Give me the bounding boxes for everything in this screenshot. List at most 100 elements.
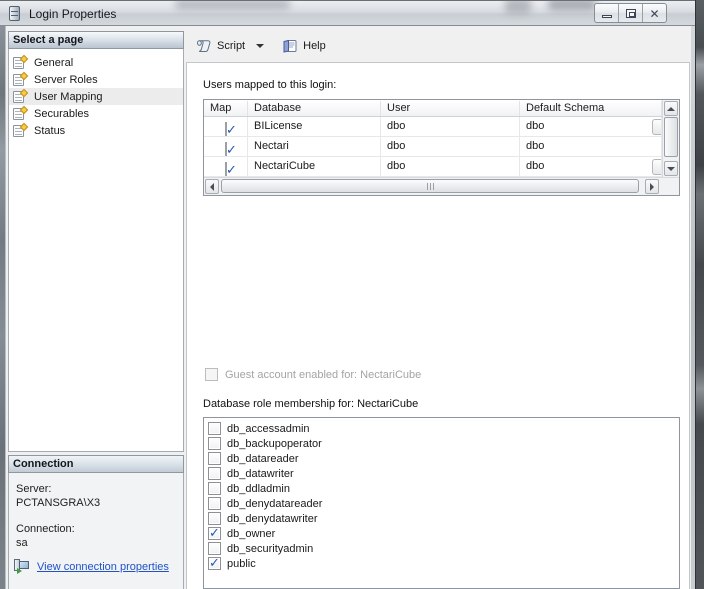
title-bar[interactable]: Login Properties ✕ [0, 0, 695, 26]
server-value: PCTANSGRA\X3 [16, 497, 100, 509]
connection-label: Connection: [16, 523, 75, 535]
role-checkbox[interactable] [208, 542, 221, 555]
help-icon [282, 38, 298, 54]
browse-button[interactable] [652, 119, 661, 135]
role-name: db_denydatareader [227, 498, 322, 510]
page-icon [13, 124, 27, 138]
role-checkbox[interactable] [208, 527, 221, 540]
role-name: db_denydatawriter [227, 513, 318, 525]
help-button[interactable]: Help [282, 38, 326, 54]
maximize-button[interactable] [619, 4, 643, 22]
role-checkbox[interactable] [208, 497, 221, 510]
view-connection-properties-link[interactable]: View connection properties [37, 561, 169, 573]
sidebar-item-securables[interactable]: Securables [9, 105, 183, 122]
role-name: db_securityadmin [227, 543, 313, 555]
column-header-default-schema[interactable]: Default Schema [520, 101, 662, 116]
vertical-scroll-thumb[interactable] [664, 117, 678, 157]
user-cell[interactable]: dbo [381, 137, 520, 156]
role-name: db_accessadmin [227, 423, 310, 435]
role-item[interactable]: db_backupoperator [204, 436, 679, 451]
role-item[interactable]: db_denydatareader [204, 496, 679, 511]
role-item[interactable]: db_denydatawriter [204, 511, 679, 526]
map-checkbox[interactable] [225, 122, 227, 136]
sidebar-item-label: Server Roles [34, 74, 98, 86]
scroll-right-button[interactable] [645, 179, 659, 194]
scroll-grip [430, 183, 431, 190]
grid-header: Map Database User Default Schema [204, 100, 662, 117]
arrow-right-icon [650, 183, 654, 191]
connection-header: Connection [8, 455, 184, 473]
map-checkbox[interactable] [225, 142, 227, 156]
column-header-map[interactable]: Map [204, 101, 248, 116]
sidebar-item-label: General [34, 57, 73, 69]
users-mapped-label: Users mapped to this login: [203, 79, 336, 91]
window-frame-edge [0, 26, 6, 589]
toolbar: Script Help [187, 30, 690, 62]
role-item[interactable]: db_securityadmin [204, 541, 679, 556]
help-button-label: Help [303, 40, 326, 52]
user-cell[interactable]: dbo [381, 157, 520, 176]
role-name: db_owner [227, 528, 275, 540]
script-button[interactable]: Script [196, 38, 264, 54]
role-name: db_ddladmin [227, 483, 290, 495]
role-checkbox[interactable] [208, 452, 221, 465]
sidebar-item-label: User Mapping [34, 91, 102, 103]
role-item[interactable]: db_accessadmin [204, 421, 679, 436]
sidebar-item-label: Securables [34, 108, 89, 120]
map-checkbox[interactable] [225, 162, 227, 176]
arrow-left-icon [210, 183, 214, 191]
horizontal-scroll-thumb[interactable] [221, 179, 639, 193]
guest-account-checkbox [205, 368, 218, 381]
role-checkbox[interactable] [208, 557, 221, 570]
page-icon [13, 90, 27, 104]
connection-properties-icon [14, 559, 31, 574]
script-icon [196, 38, 212, 54]
grid-vertical-scrollbar[interactable] [662, 100, 679, 177]
browse-button[interactable] [652, 159, 661, 175]
script-button-label: Script [217, 40, 245, 52]
role-name: db_datareader [227, 453, 299, 465]
table-row[interactable]: NectariCube dbo dbo [204, 157, 662, 177]
window-title: Login Properties [29, 7, 116, 21]
glass-reflection [505, 0, 531, 13]
glass-reflection [175, 0, 290, 9]
scroll-left-button[interactable] [205, 179, 219, 194]
script-dropdown-arrow[interactable] [256, 44, 264, 48]
user-mapping-grid: Map Database User Default Schema BILicen… [203, 99, 680, 196]
column-header-database[interactable]: Database [248, 101, 381, 116]
page-list: General Server Roles User Mapping Secura… [8, 49, 184, 452]
minimize-icon [602, 15, 612, 18]
grid-horizontal-scrollbar[interactable] [204, 177, 679, 195]
role-item[interactable]: db_datareader [204, 451, 679, 466]
role-checkbox[interactable] [208, 482, 221, 495]
role-checkbox[interactable] [208, 422, 221, 435]
sidebar-item-general[interactable]: General [9, 54, 183, 71]
sidebar-item-user-mapping[interactable]: User Mapping [9, 88, 183, 105]
database-cell[interactable]: BILicense [248, 117, 381, 136]
default-schema-cell[interactable]: dbo [520, 117, 662, 136]
column-header-user[interactable]: User [381, 101, 520, 116]
sidebar-item-status[interactable]: Status [9, 122, 183, 139]
database-cell[interactable]: NectariCube [248, 157, 381, 176]
database-cell[interactable]: Nectari [248, 137, 381, 156]
scroll-up-button[interactable] [664, 101, 678, 116]
role-checkbox[interactable] [208, 437, 221, 450]
role-name: db_datawriter [227, 468, 294, 480]
user-cell[interactable]: dbo [381, 117, 520, 136]
default-schema-cell[interactable]: dbo [520, 157, 662, 176]
role-item[interactable]: db_owner [204, 526, 679, 541]
guest-account-row: Guest account enabled for: NectariCube [205, 368, 421, 381]
role-checkbox[interactable] [208, 512, 221, 525]
close-button[interactable]: ✕ [643, 4, 666, 22]
role-item[interactable]: public [204, 556, 679, 571]
sidebar-item-server-roles[interactable]: Server Roles [9, 71, 183, 88]
role-item[interactable]: db_datawriter [204, 466, 679, 481]
role-checkbox[interactable] [208, 467, 221, 480]
role-item[interactable]: db_ddladmin [204, 481, 679, 496]
minimize-button[interactable] [595, 4, 619, 22]
table-row[interactable]: BILicense dbo dbo [204, 117, 662, 137]
maximize-icon [626, 9, 636, 18]
table-row[interactable]: Nectari dbo dbo [204, 137, 662, 157]
default-schema-cell[interactable]: dbo [520, 137, 662, 156]
scroll-down-button[interactable] [664, 161, 678, 176]
